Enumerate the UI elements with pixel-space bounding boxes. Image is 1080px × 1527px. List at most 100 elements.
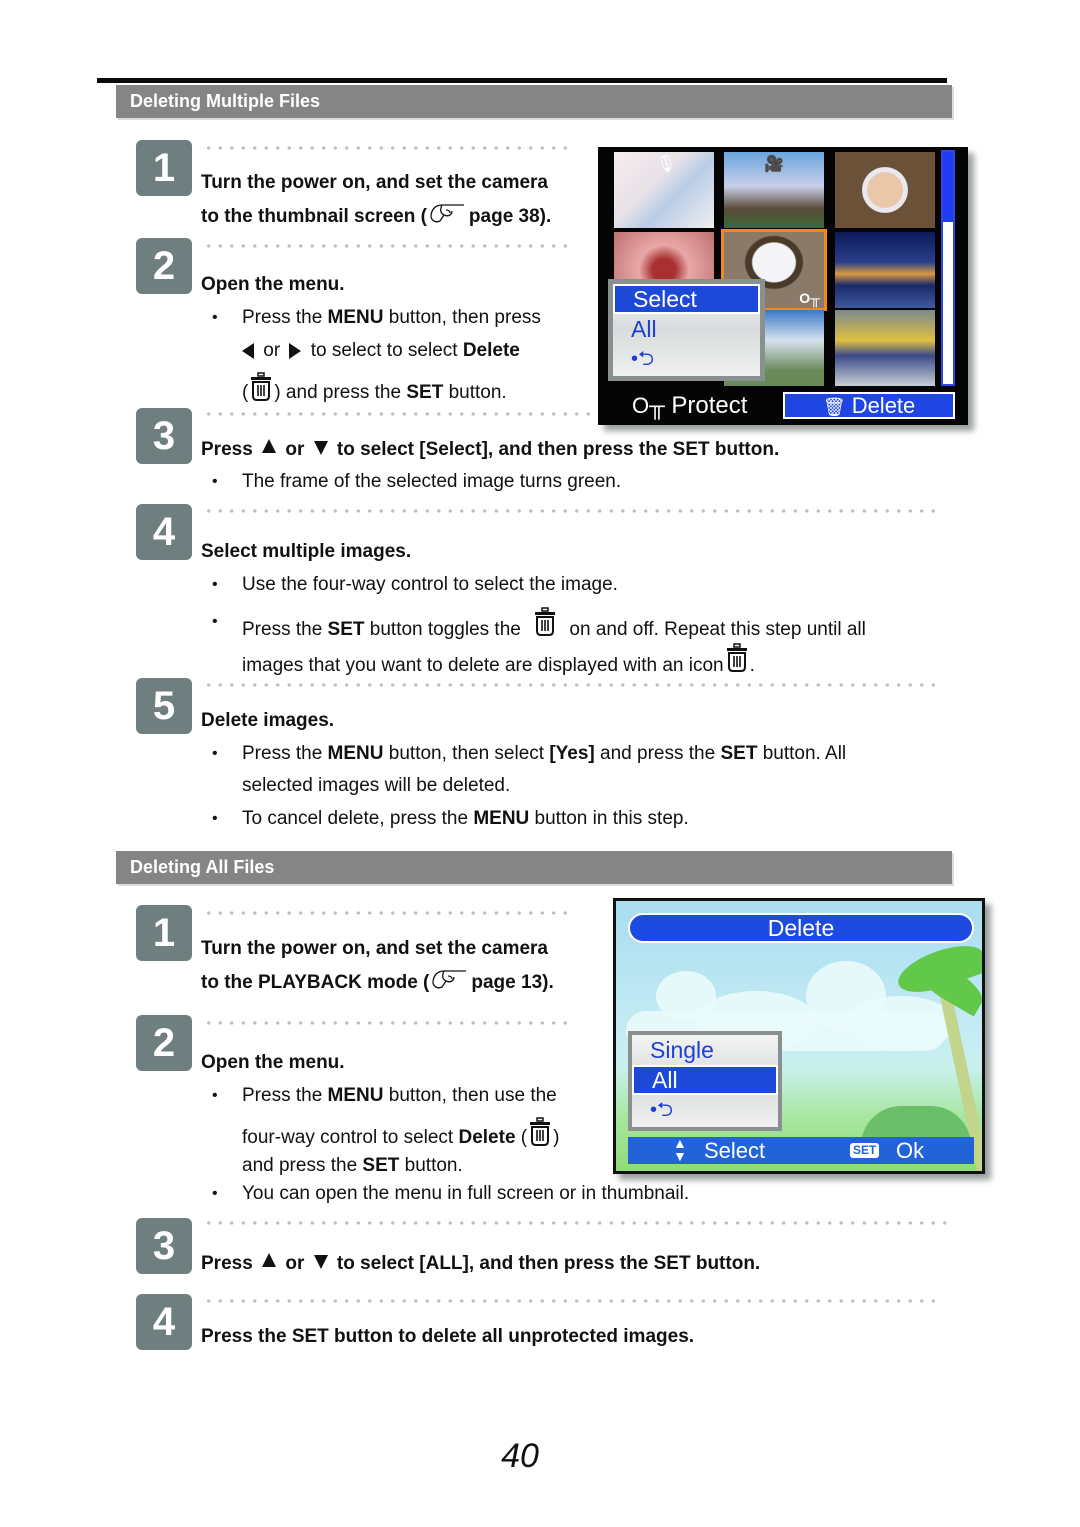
set-key: SET (362, 1155, 400, 1176)
step-2-bullet-line1: Press the MENU button, then use the (242, 1081, 557, 1111)
heading-text: to the thumbnail screen ( (201, 206, 427, 227)
bullet: • (212, 810, 218, 827)
delete-label: Delete (851, 393, 916, 418)
bullet: • (212, 309, 218, 326)
scrollbar-thumb[interactable] (943, 152, 953, 222)
protect-option[interactable]: O╥ Protect (632, 389, 747, 423)
text: to select to select (310, 340, 463, 361)
step-4-bullet-2-line2: images that you want to delete are displ… (242, 643, 755, 681)
text: or (263, 340, 281, 361)
step-4-heading: Select multiple images. (201, 541, 412, 562)
step-2-bullet-line3: and press the SET button. (242, 1151, 463, 1181)
text: button toggles the (364, 619, 521, 640)
step-badge-2: 2 (136, 238, 192, 294)
delete-option[interactable]: 🗑 Delete (783, 392, 955, 419)
menu-item-select[interactable]: Select (613, 284, 760, 314)
menu-item-all[interactable]: All (613, 314, 760, 344)
text: Press (201, 439, 253, 460)
menu-key: MENU (327, 743, 384, 764)
top-rule (97, 78, 947, 83)
step-1-heading-line1: Turn the power on, and set the camera (201, 172, 548, 193)
trash-icon: 🗑 (822, 397, 846, 417)
step-badge-5: 5 (136, 678, 192, 734)
set-key: SET (406, 382, 444, 403)
text: Press (201, 1253, 253, 1274)
step-4-bullet-2-line1: Press the SET button toggles the on and … (242, 607, 866, 645)
step-badge-1: 1 (136, 905, 192, 961)
delete-options-menu: Select All •⮌ (608, 279, 765, 381)
ok-hint: Ok (896, 1138, 925, 1163)
set-button-icon: SET (850, 1143, 880, 1158)
text: button in this step. (529, 808, 689, 829)
navigation-hint-bar: ▲ ▼ Select SET Ok (628, 1136, 974, 1164)
page-reference-hand-icon (432, 970, 467, 989)
step-5-bullet-2: To cancel delete, press the MENU button … (242, 804, 689, 834)
text: button. (399, 1155, 463, 1176)
page-number: 40 (501, 1437, 539, 1475)
dotted-divider (203, 1221, 951, 1225)
set-key: SET (720, 743, 758, 764)
dotted-divider (203, 509, 943, 513)
heading-text: page 13). (471, 972, 554, 993)
text: or (285, 439, 305, 460)
delete-title: Delete (628, 913, 974, 943)
step-2-bullet-line1: Press the MENU button, then press (242, 303, 541, 333)
text: button, then use the (383, 1085, 557, 1106)
menu-item-all[interactable]: All (632, 1065, 778, 1095)
menu-key: MENU (327, 307, 384, 328)
step-badge-2: 2 (136, 1015, 192, 1071)
menu-key: MENU (327, 1085, 384, 1106)
menu-key: MENU (473, 808, 530, 829)
dotted-divider (203, 244, 571, 248)
menu-item-single[interactable]: Single (632, 1035, 778, 1065)
dotted-divider (203, 683, 943, 687)
bullet: • (212, 473, 218, 490)
step-1-heading-line2: to the thumbnail screen ( page 38). (201, 200, 551, 234)
protect-key-icon: O╥ (799, 290, 820, 306)
voice-memo-icon: 🎙 (656, 156, 677, 173)
section-title-multiple: Deleting Multiple Files (116, 85, 952, 118)
step-2-heading: Open the menu. (201, 274, 345, 295)
thumbnail-tree: 🎥 (724, 152, 824, 228)
step-4-heading: Press the SET button to delete all unpro… (201, 1326, 695, 1347)
text: and press the (242, 1155, 363, 1176)
step-badge-4: 4 (136, 504, 192, 560)
text: button. All (757, 743, 847, 764)
key-icon: O╥ (632, 393, 665, 418)
text: . (749, 655, 755, 676)
heading-text: page 38). (468, 206, 552, 227)
step-1-heading-line2: to the PLAYBACK mode (page 13). (201, 966, 554, 1000)
delete-mode-menu: Single All •⮌ (628, 1031, 782, 1131)
thumbnail-porthole (835, 152, 935, 228)
scrollbar[interactable] (941, 150, 955, 386)
camera-bottom-bar: O╥ Protect 🗑 Delete (598, 389, 968, 423)
text: to select [Select], and then press the S… (336, 439, 780, 460)
step-2-bullet-line3: () and press the SET button. (242, 372, 507, 408)
bullet: • (212, 1087, 218, 1104)
step-2-bullet-line2: four-way control to select Delete () (242, 1117, 559, 1153)
text: and press the (594, 743, 721, 764)
text: ) (553, 1127, 560, 1148)
step-2-bullet-2: You can open the menu in full screen or … (242, 1183, 690, 1204)
step-badge-3: 3 (136, 408, 192, 464)
thumbnail-city-night (835, 232, 935, 308)
step-badge-3: 3 (136, 1218, 192, 1274)
down-arrow-icon (313, 441, 328, 455)
trash-icon (726, 643, 747, 672)
menu-item-back-icon[interactable]: •⮌ (613, 344, 760, 374)
page-reference-hand-icon (430, 204, 464, 223)
bullet: • (212, 745, 218, 762)
step-3-heading: Press or to select [ALL], and then press… (201, 1247, 760, 1281)
step-1-heading-line1: Turn the power on, and set the camera (201, 938, 548, 959)
text: button. (443, 382, 507, 403)
yes-option: [Yes] (549, 743, 595, 764)
trash-icon (535, 607, 556, 636)
step-2-bullet-line2: or to select to select Delete (238, 336, 520, 366)
up-arrow-icon (262, 1253, 277, 1267)
text: Press the (242, 307, 328, 328)
protect-label: Protect (671, 392, 748, 419)
step-3-bullet: The frame of the selected image turns gr… (242, 471, 622, 492)
text: Press the (242, 743, 328, 764)
step-badge-1: 1 (136, 140, 192, 196)
menu-item-back-icon[interactable]: •⮌ (632, 1095, 778, 1125)
